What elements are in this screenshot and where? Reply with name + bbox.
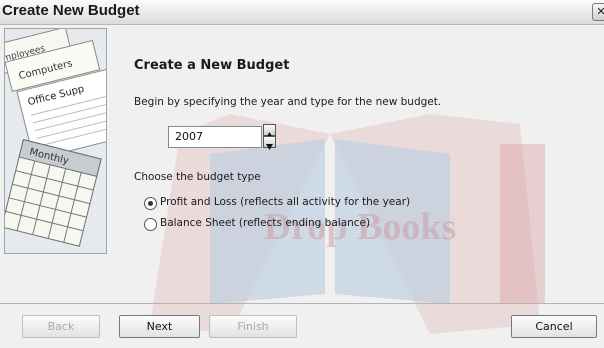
cancel-button[interactable]: Cancel: [511, 315, 597, 338]
year-spinner[interactable]: [263, 124, 276, 150]
close-icon[interactable]: ✕: [592, 3, 604, 21]
create-budget-window: Drop Books Create New Budget ✕ Employees…: [0, 0, 604, 348]
arrow-down-icon[interactable]: [263, 136, 276, 150]
year-input[interactable]: 2007: [168, 126, 262, 148]
finish-button[interactable]: Finish: [209, 315, 297, 338]
back-button[interactable]: Back: [22, 315, 100, 338]
button-separator: [0, 303, 604, 304]
intro-text: Begin by specifying the year and type fo…: [134, 96, 442, 108]
arrow-up-icon[interactable]: [263, 124, 276, 138]
radio-button[interactable]: [144, 218, 157, 231]
page-heading: Create a New Budget: [134, 58, 290, 73]
option-label: Balance Sheet (reflects ending balance): [160, 217, 371, 229]
radio-button-selected[interactable]: [144, 197, 157, 210]
year-value: 2007: [175, 130, 203, 143]
title-bar: Create New Budget ✕: [0, 0, 604, 25]
budget-type-label: Choose the budget type: [134, 171, 261, 183]
window-title: Create New Budget: [2, 2, 140, 19]
budget-art-image: Employees Computers Office Supp Monthly: [4, 28, 107, 254]
option-label: Profit and Loss (reflects all activity f…: [160, 196, 411, 208]
next-button[interactable]: Next: [119, 315, 200, 338]
